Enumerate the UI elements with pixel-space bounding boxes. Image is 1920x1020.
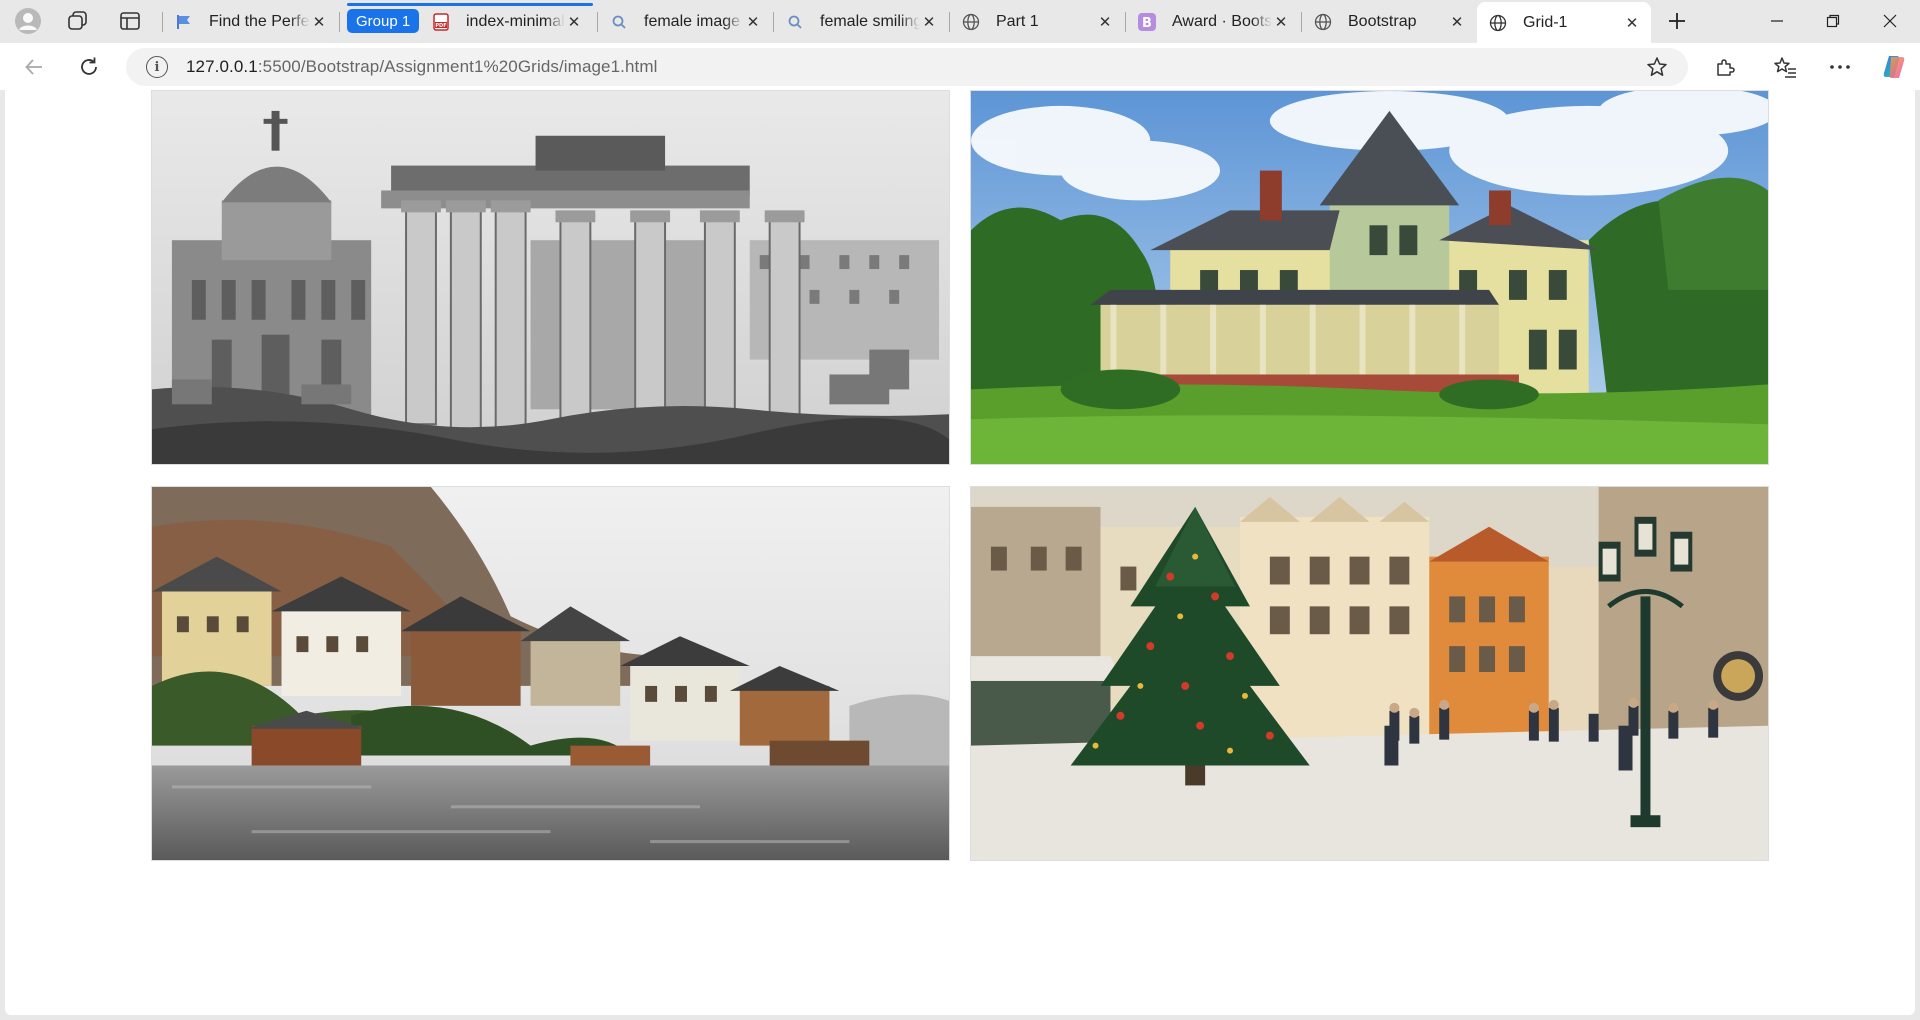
close-icon[interactable]: ✕ [744,13,762,31]
tab-award-bootstrap[interactable]: B Award · Bootstrap ✕ [1126,3,1300,41]
tab-strip: Find the Perfect ✕ Group 1 PDF index-min… [0,0,1920,43]
victorian-house-photo [970,90,1769,465]
close-icon[interactable]: ✕ [310,13,328,31]
search-icon [610,13,628,31]
back-arrow-icon [25,59,42,75]
tab-find-the-perfect[interactable]: Find the Perfect ✕ [163,3,338,41]
tab-actions-icon [120,12,140,30]
close-icon[interactable]: ✕ [920,13,938,31]
globe-icon [1314,13,1332,31]
close-icon [1883,14,1897,28]
close-icon[interactable]: ✕ [565,13,583,31]
favorites-button[interactable] [1767,49,1803,85]
copilot-icon [1883,56,1905,78]
search-icon [786,13,804,31]
image-grid [151,90,1769,861]
tab-female-image[interactable]: female image ✕ [598,3,772,41]
copilot-button[interactable] [1876,49,1912,85]
close-icon[interactable]: ✕ [1448,13,1466,31]
globe-icon [962,13,980,31]
tab-title: female smiling [820,13,920,30]
tab-title: Find the Perfect [209,13,310,30]
close-icon[interactable]: ✕ [1272,13,1290,31]
roman-forum-photo [151,90,950,465]
back-button[interactable] [16,49,52,85]
settings-menu-button[interactable] [1822,49,1858,85]
site-info-icon[interactable]: i [146,56,168,78]
tab-title: index-minimal [466,13,565,30]
refresh-button[interactable] [71,49,107,85]
extensions-button[interactable] [1707,49,1743,85]
plus-icon [1669,13,1685,29]
tab-title: Part 1 [996,13,1039,30]
tab-title: female image [644,13,741,30]
address-bar[interactable]: i 127.0.0.1:5500/Bootstrap/Assignment1%2… [126,48,1688,86]
profile-button[interactable] [8,4,48,38]
pdf-icon: PDF [432,13,450,31]
minimize-button[interactable] [1749,0,1805,42]
page-viewport [5,90,1915,1015]
lakeside-village-photo [151,486,950,861]
flag-icon [175,13,193,31]
restore-icon [1826,14,1840,28]
bootstrap-icon: B [1138,13,1156,31]
close-icon[interactable]: ✕ [1096,13,1114,31]
restore-button[interactable] [1805,0,1861,42]
refresh-icon [81,57,97,75]
tab-title: Award · Bootstrap [1172,13,1272,30]
tab-index-minimal[interactable]: PDF index-minimal ✕ [420,3,593,41]
tab-grid-1[interactable]: Grid-1 ✕ [1477,2,1651,43]
tab-title: Grid-1 [1523,13,1568,31]
favorite-star-icon[interactable] [1646,56,1668,83]
close-icon[interactable]: ✕ [1623,14,1641,32]
christmas-square-photo [970,486,1769,861]
more-icon [1830,65,1850,69]
workspaces-icon [68,11,87,30]
svg-text:B: B [1142,16,1152,31]
tab-group-label[interactable]: Group 1 [347,9,420,33]
url-text[interactable]: 127.0.0.1:5500/Bootstrap/Assignment1%20G… [186,57,658,77]
url-path: :5500/Bootstrap/Assignment1%20Grids/imag… [257,57,658,76]
tab-female-smiling[interactable]: female smiling ✕ [774,3,948,41]
url-host: 127.0.0.1 [186,57,258,76]
svg-text:PDF: PDF [435,23,446,29]
close-window-button[interactable] [1862,0,1918,42]
profile-icon [15,8,41,34]
workspaces-button[interactable] [58,4,98,38]
vertical-tabs-button[interactable] [110,4,150,38]
globe-icon [1489,14,1507,32]
minimize-icon [1771,20,1783,22]
tab-bootstrap[interactable]: Bootstrap ✕ [1302,3,1476,41]
tab-title: Bootstrap [1348,13,1417,30]
puzzle-icon [1717,59,1735,76]
tab-part-1[interactable]: Part 1 ✕ [950,3,1124,41]
new-tab-button[interactable] [1650,0,1704,42]
address-toolbar: i 127.0.0.1:5500/Bootstrap/Assignment1%2… [0,43,1920,90]
favorites-list-icon [1774,57,1796,78]
